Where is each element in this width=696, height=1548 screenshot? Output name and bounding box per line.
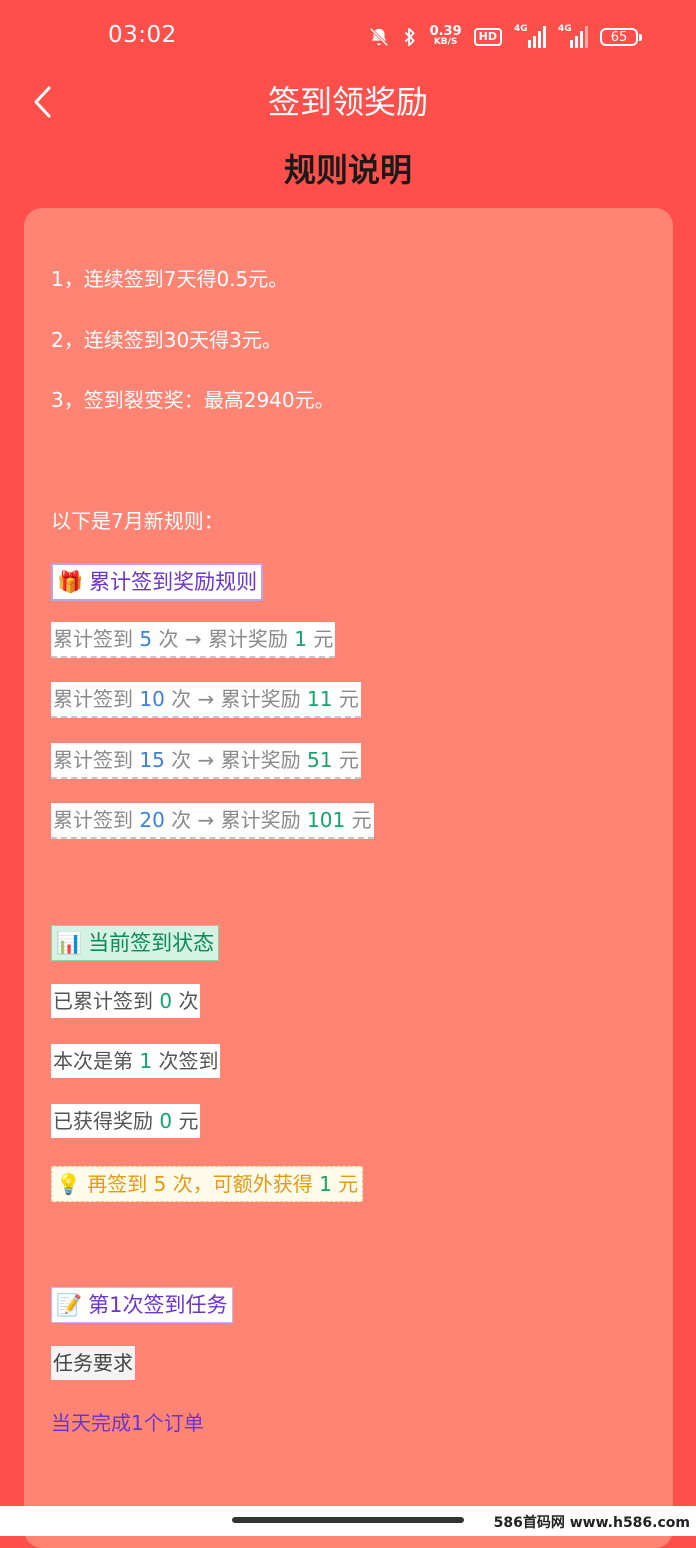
current-status-heading: 📊 当前签到状态 <box>51 925 220 961</box>
rules-card: 1，连续签到7天得0.5元。 2，连续签到30天得3元。 3，签到裂变奖：最高2… <box>24 208 673 1548</box>
rule-item-3: 3，签到裂变奖：最高2940元。 <box>51 388 335 412</box>
bluetooth-icon <box>402 26 418 48</box>
rules-title: 规则说明 <box>283 151 412 189</box>
reward-row: 累计签到 5 次 → 累计奖励 1 元 <box>51 622 336 658</box>
signal-icon-sim2: 4G <box>558 24 588 48</box>
gift-icon: 🎁 <box>57 570 84 594</box>
status-time: 03:02 <box>108 22 177 48</box>
hd-badge: HD <box>473 28 502 46</box>
status-icons: 0.39 KB/S HD 4G 4G 65 <box>368 24 642 50</box>
status-row-current: 本次是第 1 次签到 <box>51 1044 221 1078</box>
bar-chart-icon: 📊 <box>56 931 83 955</box>
reward-row: 累计签到 15 次 → 累计奖励 51 元 <box>51 743 361 779</box>
rule-item-2: 2，连续签到30天得3元。 <box>51 328 282 352</box>
bell-muted-icon <box>368 26 390 48</box>
memo-icon: 📝 <box>56 1293 83 1317</box>
status-row-total: 已累计签到 0 次 <box>51 984 201 1018</box>
cumulative-heading: 🎁 累计签到奖励规则 <box>51 563 264 601</box>
reward-row: 累计签到 10 次 → 累计奖励 11 元 <box>51 682 361 718</box>
status-bar: 03:02 0.39 KB/S HD 4G 4G 65 <box>0 0 696 76</box>
status-row-earned: 已获得奖励 0 元 <box>51 1104 201 1138</box>
new-rules-intro: 以下是7月新规则： <box>51 509 224 533</box>
home-indicator[interactable] <box>232 1517 464 1523</box>
signal-icon-sim1: 4G <box>514 24 546 48</box>
task-requirement-label: 任务要求 <box>51 1346 135 1380</box>
battery-icon: 65 <box>600 28 642 46</box>
task-requirement: 当天完成1个订单 <box>51 1411 204 1435</box>
watermark: 586首码网 www.h586.com <box>493 1515 690 1531</box>
rule-item-1: 1，连续签到7天得0.5元。 <box>51 267 289 291</box>
network-speed: 0.39 KB/S <box>429 24 462 47</box>
page-title: 签到领奖励 <box>267 83 428 121</box>
lightbulb-icon: 💡 <box>56 1172 81 1196</box>
task-heading: 📝 第1次签到任务 <box>51 1287 233 1323</box>
reward-row: 累计签到 20 次 → 累计奖励 101 元 <box>51 803 374 839</box>
extra-reward-tip: 💡 再签到 5 次，可额外获得 1 元 <box>51 1166 364 1202</box>
